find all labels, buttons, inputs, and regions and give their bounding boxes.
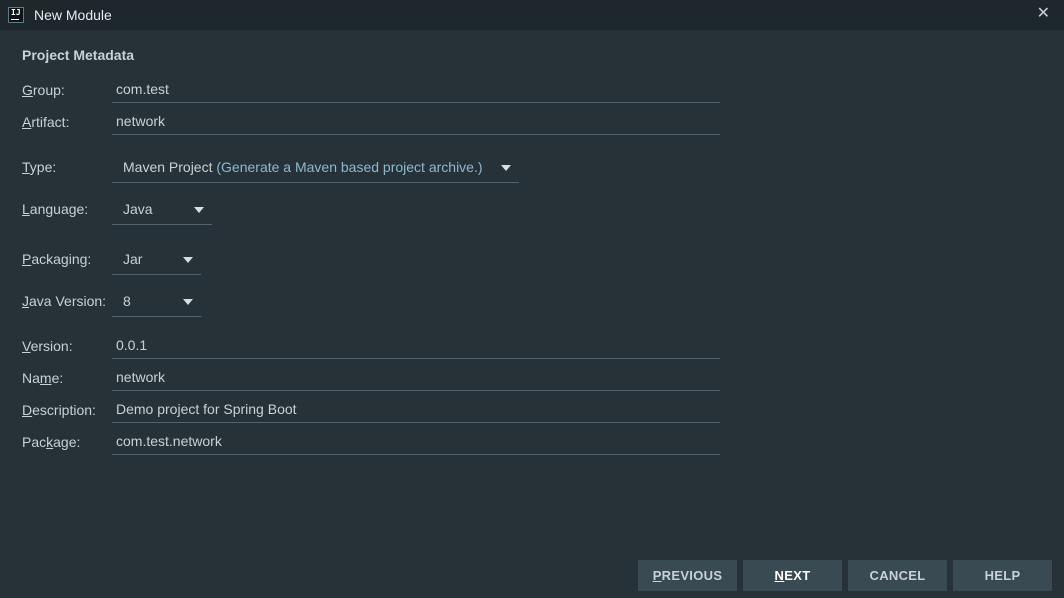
name-value: network — [116, 369, 166, 385]
packaging-label: Packaging: — [22, 251, 92, 267]
intellij-app-icon: IJ — [8, 7, 24, 23]
language-label: Language: — [22, 201, 89, 217]
group-field[interactable]: com.test — [112, 79, 720, 103]
type-dropdown[interactable]: Maven Project (Generate a Maven based pr… — [112, 153, 519, 183]
chevron-down-icon — [183, 257, 193, 263]
name-field[interactable]: network — [112, 367, 720, 391]
section-title: Project Metadata — [22, 47, 135, 63]
title-bar: IJ New Module ✕ — [0, 0, 1064, 30]
package-label: Package: — [22, 434, 81, 450]
type-hint: (Generate a Maven based project archive.… — [212, 159, 483, 175]
version-value: 0.0.1 — [116, 337, 148, 353]
artifact-label: Artifact: — [22, 114, 70, 130]
package-field[interactable]: com.test.network — [112, 431, 720, 455]
help-button[interactable]: HELP — [953, 560, 1052, 591]
description-value: Demo project for Spring Boot — [116, 401, 297, 417]
name-label: Name: — [22, 370, 64, 386]
next-button[interactable]: N EXT — [743, 560, 842, 591]
java-version-label: Java Version: — [22, 293, 107, 309]
type-value: Maven Project — [123, 159, 213, 175]
version-label: Version: — [22, 338, 73, 354]
chevron-down-icon — [194, 207, 204, 213]
description-label: Description: — [22, 402, 96, 418]
version-field[interactable]: 0.0.1 — [112, 335, 720, 359]
previous-button[interactable]: P REVIOUS — [638, 560, 737, 591]
language-dropdown[interactable]: Java — [112, 195, 212, 225]
chevron-down-icon — [183, 299, 193, 305]
close-icon[interactable]: ✕ — [1037, 5, 1050, 23]
chevron-down-icon — [501, 165, 511, 171]
package-value: com.test.network — [116, 433, 222, 449]
artifact-field[interactable]: network — [112, 111, 720, 135]
group-label: Group: — [22, 82, 65, 98]
artifact-value: network — [116, 113, 166, 129]
java-version-value: 8 — [123, 293, 131, 309]
packaging-value: Jar — [123, 251, 143, 267]
java-version-dropdown[interactable]: 8 — [112, 287, 201, 317]
packaging-dropdown[interactable]: Jar — [112, 245, 201, 275]
type-label: Type: — [22, 159, 57, 175]
app-icon-text: IJ — [11, 8, 21, 17]
description-field[interactable]: Demo project for Spring Boot — [112, 399, 720, 423]
cancel-button[interactable]: CANCEL — [848, 560, 947, 591]
group-value: com.test — [116, 81, 169, 97]
window-title: New Module — [34, 7, 112, 23]
language-value: Java — [123, 201, 153, 217]
